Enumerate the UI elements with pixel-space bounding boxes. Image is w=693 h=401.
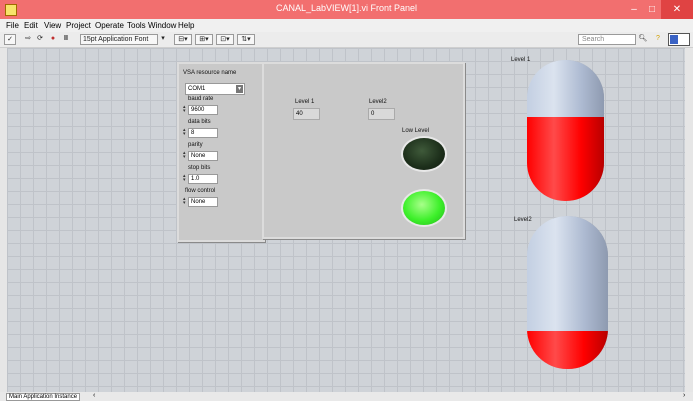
- menu-window[interactable]: Window: [148, 21, 176, 30]
- low-level-label: Low Level: [402, 128, 430, 134]
- minimize-button[interactable]: –: [625, 0, 643, 19]
- tank1-empty-portion: [527, 60, 604, 118]
- left-margin: [0, 48, 7, 392]
- stop-bits-increment-icon[interactable]: ▴ ▾: [183, 174, 187, 183]
- run-continuous-icon[interactable]: ⟳: [34, 34, 46, 45]
- parity-field[interactable]: None: [188, 151, 218, 161]
- baud-rate-increment-icon[interactable]: ▴ ▾: [183, 105, 187, 114]
- tank1-fill-level: [527, 117, 604, 201]
- distribute-objects-icon[interactable]: ⊞▾: [195, 34, 213, 45]
- data-bits-field[interactable]: 8: [188, 128, 218, 138]
- low-level-led-off[interactable]: [401, 136, 447, 172]
- align-objects-icon[interactable]: ⊟▾: [174, 34, 192, 45]
- flow-control-label: flow control: [185, 188, 216, 194]
- stop-bits-label: stop bits: [188, 165, 211, 171]
- menu-bar: File Edit View Project Operate Tools Win…: [0, 19, 693, 32]
- application-instance[interactable]: Main Application Instance: [6, 393, 81, 401]
- chevron-down-icon[interactable]: ▾: [159, 34, 167, 45]
- resource-name-combo[interactable]: COM1 ▾: [185, 83, 245, 95]
- scroll-right-icon[interactable]: ›: [683, 392, 685, 399]
- level2-numeric-value: 0: [371, 111, 375, 117]
- data-bits-value: 8: [191, 130, 195, 136]
- flow-control-increment-icon[interactable]: ▴ ▾: [183, 197, 187, 206]
- level-led-on[interactable]: [401, 189, 447, 227]
- font-selector-label: 15pt Application Font: [83, 36, 149, 43]
- data-bits-label: data bits: [188, 119, 211, 125]
- parity-label: parity: [188, 142, 203, 148]
- level1-indicator-label: Level 1: [295, 99, 315, 105]
- help-icon[interactable]: ?: [653, 34, 663, 45]
- menu-operate[interactable]: Operate: [95, 21, 124, 30]
- menu-project[interactable]: Project: [66, 21, 91, 30]
- baud-rate-label: baud rate: [188, 96, 214, 102]
- font-selector[interactable]: 15pt Application Font: [80, 34, 158, 45]
- tank1-indicator: [527, 60, 604, 201]
- abort-icon[interactable]: ●: [48, 34, 58, 45]
- resize-objects-icon[interactable]: ⊡▾: [216, 34, 234, 45]
- menu-file[interactable]: File: [6, 21, 19, 30]
- level1-numeric-value: 40: [296, 111, 303, 117]
- scroll-left-icon[interactable]: ‹: [93, 392, 95, 399]
- tank2-fill-level: [527, 330, 608, 369]
- stop-bits-field[interactable]: 1.0: [188, 174, 218, 184]
- status-bar: Main Application Instance ‹ ›: [0, 392, 693, 401]
- monitor-panel: Level 1 40 Level2 0 Low Level: [262, 62, 465, 239]
- baud-rate-value: 9600: [191, 107, 205, 113]
- pause-icon[interactable]: II: [60, 34, 72, 45]
- run-arrow-icon[interactable]: ⇨: [22, 34, 34, 45]
- parity-value: None: [191, 153, 206, 159]
- tank2-indicator: [527, 216, 608, 369]
- menu-edit[interactable]: Edit: [24, 21, 38, 30]
- menu-help[interactable]: Help: [178, 21, 194, 30]
- resource-name-value: COM1: [188, 86, 206, 92]
- right-margin: [685, 48, 693, 392]
- window-title: CANAL_LabVIEW[1].vi Front Panel: [275, 3, 418, 13]
- maximize-button[interactable]: □: [643, 0, 661, 19]
- dropdown-arrow-icon[interactable]: ▾: [236, 85, 243, 93]
- level1-numeric-indicator: 40: [293, 108, 320, 120]
- connector-pane-block-icon: [670, 35, 678, 44]
- checkmark-icon[interactable]: ✓: [4, 34, 16, 45]
- serial-config-panel: VSA resource name COM1 ▾ baud rate ▴ ▾ 96…: [177, 62, 265, 242]
- toolbar: ✓ ⇨ ⟳ ● II 15pt Application Font ▾ ⊟▾ ⊞▾…: [0, 32, 693, 48]
- search-placeholder: Search: [582, 36, 605, 43]
- menu-tools[interactable]: Tools: [127, 21, 146, 30]
- flow-control-field[interactable]: None: [188, 197, 218, 207]
- stop-bits-value: 1.0: [191, 176, 200, 182]
- connector-pane-icon[interactable]: [668, 33, 690, 46]
- level2-numeric-indicator: 0: [368, 108, 395, 120]
- reorder-icon[interactable]: ⇅▾: [237, 34, 255, 45]
- flow-control-value: None: [191, 199, 206, 205]
- parity-increment-icon[interactable]: ▴ ▾: [183, 151, 187, 160]
- close-button[interactable]: ✕: [661, 0, 693, 19]
- window-titlebar: CANAL_LabVIEW[1].vi Front Panel – □ ✕: [0, 0, 693, 19]
- search-icon[interactable]: 🔍︎: [637, 34, 649, 45]
- tank2-empty-portion: [527, 216, 608, 331]
- level2-indicator-label: Level2: [369, 99, 387, 105]
- resource-name-label: VSA resource name: [183, 70, 237, 76]
- search-input[interactable]: Search: [578, 34, 636, 45]
- menu-view[interactable]: View: [44, 21, 61, 30]
- baud-rate-field[interactable]: 9600: [188, 105, 218, 115]
- data-bits-increment-icon[interactable]: ▴ ▾: [183, 128, 187, 137]
